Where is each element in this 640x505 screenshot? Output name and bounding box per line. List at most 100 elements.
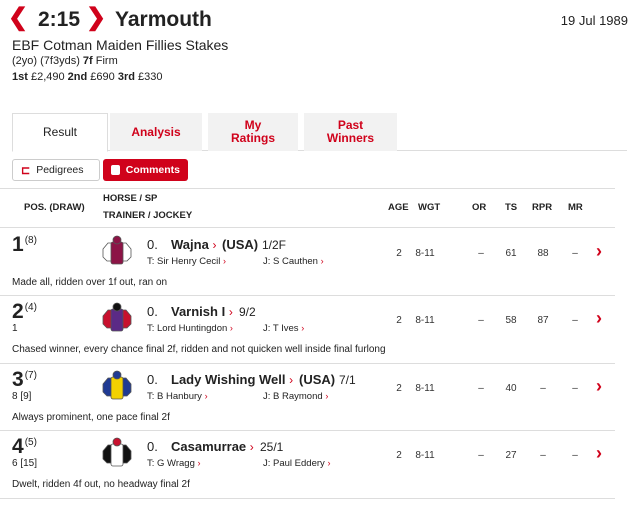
chevron-right-icon: › (249, 440, 254, 454)
next-race-chevron-right-icon[interactable]: ❯ (86, 6, 106, 30)
jockey-link[interactable]: J: B Raymond › (263, 391, 328, 402)
prize-place-2: 2nd (67, 71, 88, 83)
jockey-link[interactable]: J: S Cauthen › (263, 256, 324, 267)
horse-name: Lady Wishing Well (171, 372, 286, 387)
jockey-link[interactable]: J: Paul Eddery › (263, 458, 330, 469)
or-value: – (478, 450, 484, 461)
tab-result[interactable]: Result (12, 113, 108, 152)
result-row[interactable]: 4(5) 6 [15] 0. Casamurrae › 25/1 T: G Wr… (0, 431, 615, 499)
position-number: 2 (12, 300, 24, 323)
result-row[interactable]: 2(4) 1 0. Varnish I › 9/2 T: Lord Huntin… (0, 296, 615, 364)
prev-race-chevron-left-icon[interactable]: ❮ (8, 6, 28, 30)
jockey-silks-icon (102, 235, 132, 265)
horse-name-link[interactable]: Varnish I › (171, 304, 233, 319)
weight-value: 8-11 (415, 248, 435, 259)
horse-name: Varnish I (171, 304, 226, 319)
col-trainer-jockey: TRAINER / JOCKEY (103, 210, 193, 221)
trainer-link[interactable]: T: G Wragg › (147, 458, 201, 469)
col-horse-sp: HORSE / SP (103, 193, 158, 204)
horse-number: 0. (147, 304, 158, 319)
race-age-distance: (2yo) (7f3yds) (12, 55, 83, 67)
race-time: 2:15 (38, 8, 81, 31)
trainer-link[interactable]: T: B Hanbury › (147, 391, 208, 402)
horse-name: Casamurrae (171, 439, 247, 454)
or-value: – (478, 248, 484, 259)
horse-number: 0. (147, 372, 158, 387)
rpr-value: – (540, 450, 546, 461)
race-header: ❮ 2:15 ❯ Yarmouth 19 Jul 1989 (0, 0, 640, 36)
or-value: – (478, 315, 484, 326)
race-comment: Always prominent, one pace final 2f (12, 412, 170, 423)
race-conditions: (2yo) (7f3yds) 7f Firm (12, 55, 118, 67)
col-age: AGE (388, 202, 409, 213)
finish-position: 4(5) (12, 435, 37, 459)
comments-label: Comments (125, 164, 180, 176)
prize-place-1: 1st (12, 71, 28, 83)
prize-amount-2: £690 (87, 71, 118, 83)
horse-name-link[interactable]: Wajna › (171, 237, 216, 252)
tab-past-winners[interactable]: Past Winners (304, 113, 397, 151)
chevron-right-icon: › (228, 305, 233, 319)
pedigrees-button[interactable]: ⊏ Pedigrees (12, 159, 100, 181)
jockey-link[interactable]: J: T Ives › (263, 323, 304, 334)
ts-value: 40 (505, 383, 517, 394)
chevron-right-icon: › (212, 238, 217, 252)
horse-name: Wajna (171, 237, 209, 252)
tab-analysis[interactable]: Analysis (110, 113, 202, 151)
speech-bubble-icon (111, 165, 120, 175)
mr-value: – (572, 315, 578, 326)
col-ts: TS (505, 202, 518, 213)
col-mr: MR (568, 202, 583, 213)
race-comment: Chased winner, every chance final 2f, ri… (12, 344, 386, 355)
trainer-link[interactable]: T: Sir Henry Cecil › (147, 256, 226, 267)
rpr-value: 87 (537, 315, 549, 326)
jockey-name: J: T Ives (263, 323, 299, 334)
row-expand-chevron-right-icon[interactable]: › (596, 308, 602, 329)
jockey-silks-icon (102, 302, 132, 332)
position-number: 4 (12, 435, 24, 458)
finish-position: 2(4) (12, 300, 37, 324)
chevron-right-icon: › (197, 458, 201, 468)
trainer-link[interactable]: T: Lord Huntingdon › (147, 323, 233, 334)
horse-name-link[interactable]: Lady Wishing Well › (171, 372, 293, 387)
position-number: 1 (12, 233, 24, 256)
ts-value: 27 (505, 450, 517, 461)
row-expand-chevron-right-icon[interactable]: › (596, 241, 602, 262)
draw-number: (4) (24, 302, 37, 313)
jockey-name: J: Paul Eddery (263, 458, 325, 469)
comments-button[interactable]: Comments (103, 159, 188, 181)
chevron-right-icon: › (229, 323, 233, 333)
col-or: OR (472, 202, 487, 213)
course-name: Yarmouth (115, 8, 212, 31)
race-title: EBF Cotman Maiden Fillies Stakes (12, 37, 229, 53)
weight-value: 8-11 (415, 450, 435, 461)
chevron-right-icon: › (204, 391, 208, 401)
mr-value: – (572, 383, 578, 394)
trainer-name: T: Sir Henry Cecil (147, 256, 221, 267)
chevron-right-icon: › (327, 458, 331, 468)
col-wgt: WGT (418, 202, 441, 213)
result-tabs: Result Analysis My Ratings Past Winners (12, 113, 627, 152)
rpr-value: – (540, 383, 546, 394)
prize-money: 1st £2,490 2nd £690 3rd £330 (12, 71, 162, 83)
chevron-right-icon: › (223, 256, 227, 266)
draw-number: (8) (24, 235, 37, 246)
horse-number: 0. (147, 237, 158, 252)
jockey-name: J: S Cauthen (263, 256, 318, 267)
starting-price: 25/1 (260, 440, 284, 454)
race-distance: 7f (82, 55, 93, 67)
horse-number: 0. (147, 439, 158, 454)
tab-my-ratings[interactable]: My Ratings (208, 113, 298, 151)
horse-name-link[interactable]: Casamurrae › (171, 439, 254, 454)
row-expand-chevron-right-icon[interactable]: › (596, 443, 602, 464)
race-comment: Dwelt, ridden 4f out, no headway final 2… (12, 479, 190, 490)
jockey-name: J: B Raymond (263, 391, 323, 402)
rpr-value: 88 (537, 248, 549, 259)
row-expand-chevron-right-icon[interactable]: › (596, 376, 602, 397)
race-comment: Made all, ridden over 1f out, ran on (12, 277, 168, 288)
col-pos-draw: POS. (DRAW) (24, 202, 85, 213)
result-row[interactable]: 3(7) 8 [9] 0. Lady Wishing Well › (USA) … (0, 364, 615, 431)
result-row[interactable]: 1(8) 0. Wajna › (USA) 1/2F T: Sir Henry … (0, 229, 615, 296)
race-going: Firm (92, 55, 118, 67)
mr-value: – (572, 450, 578, 461)
